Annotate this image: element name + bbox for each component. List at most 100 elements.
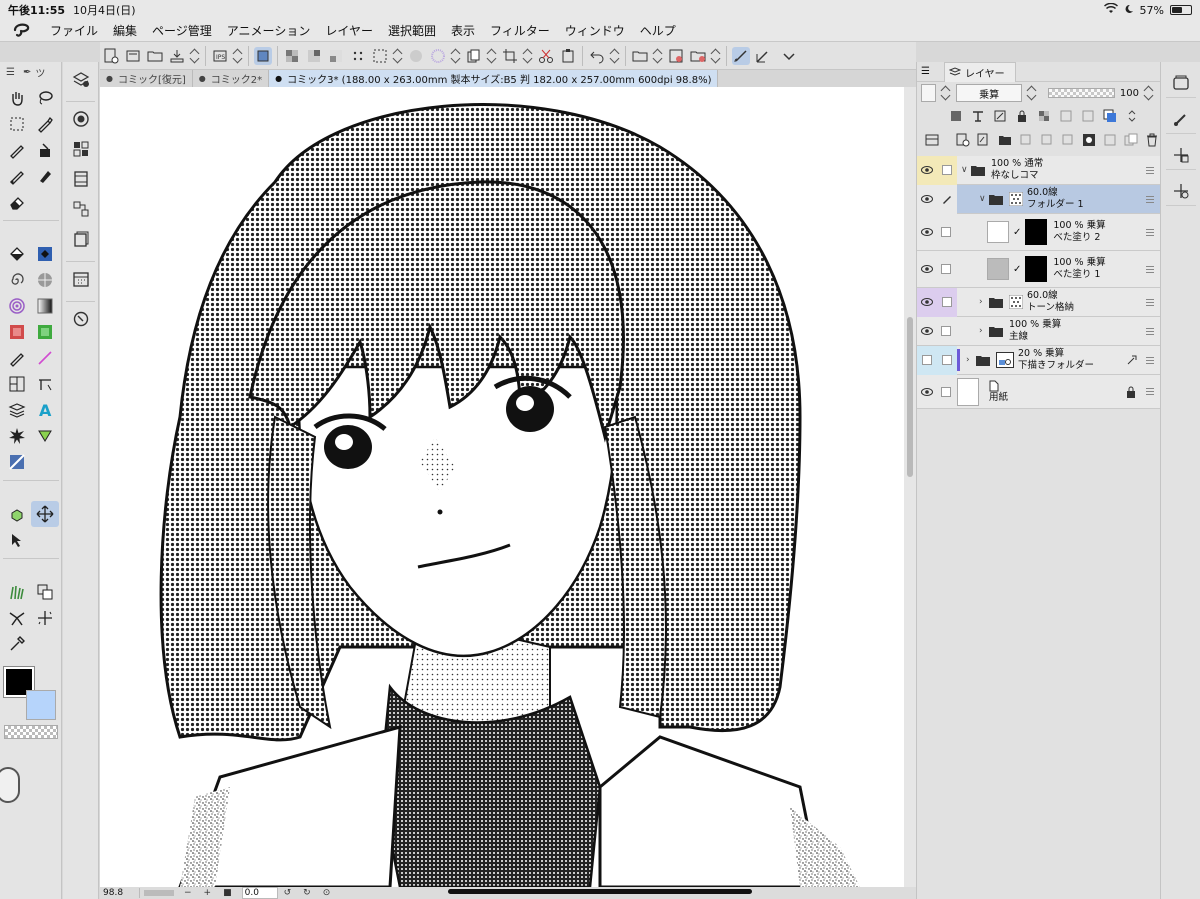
visibility-eye-icon[interactable] <box>917 184 937 214</box>
combine-icon[interactable] <box>1059 131 1076 149</box>
layer-color-icon[interactable] <box>1101 107 1119 125</box>
drag-handle-icon[interactable] <box>1146 228 1154 236</box>
merge-icon[interactable] <box>1038 131 1055 149</box>
visibility-eye-icon[interactable] <box>917 287 937 317</box>
expand-chevron-icon[interactable]: ∨ <box>961 165 971 175</box>
toolbar-more-2[interactable] <box>234 47 242 65</box>
navigator-icon[interactable] <box>66 196 96 222</box>
layer-row[interactable]: › 60.0線 トーン格納 <box>917 287 1160 317</box>
toolbar-more-3[interactable] <box>394 47 402 65</box>
duplicate-layer-icon[interactable] <box>1122 131 1139 149</box>
layer-color-stepper-icon[interactable] <box>1123 107 1141 125</box>
layer-row[interactable]: ✓ 100 % 乗算 べた塗り 2 <box>917 214 1160 251</box>
folder-import-icon[interactable] <box>631 47 649 65</box>
edit-checkbox[interactable] <box>942 165 952 175</box>
lock-icon[interactable] <box>1013 107 1031 125</box>
tool-property-icon[interactable] <box>66 106 96 132</box>
add-mask-icon[interactable] <box>1080 131 1097 149</box>
expand-chevron-icon[interactable]: ∨ <box>979 194 989 204</box>
layer-row[interactable]: 用紙 <box>917 375 1160 409</box>
object-select-icon[interactable] <box>3 501 31 527</box>
visibility-eye-icon[interactable] <box>917 387 937 396</box>
save-icon[interactable] <box>168 47 186 65</box>
crop-icon[interactable] <box>501 47 519 65</box>
layer-row-selected[interactable]: ∨ 60.0線 フォルダー 1 <box>917 184 1160 214</box>
edit-target-cell[interactable] <box>937 287 957 317</box>
visibility-eye-icon[interactable] <box>917 327 937 335</box>
opacity-stepper[interactable] <box>1145 84 1153 102</box>
visibility-checkbox[interactable] <box>922 355 932 365</box>
frame-icon[interactable] <box>3 371 31 397</box>
drag-handle-icon[interactable] <box>1146 388 1154 395</box>
folder-open-icon[interactable] <box>146 47 164 65</box>
opacity-slider[interactable] <box>1048 88 1115 98</box>
edit-checkbox[interactable] <box>941 227 951 237</box>
trash-icon[interactable] <box>1143 131 1160 149</box>
edit-checkbox[interactable] <box>941 386 951 397</box>
correct-line-icon[interactable] <box>3 449 31 475</box>
reference-icon[interactable] <box>969 107 987 125</box>
mask-icon[interactable] <box>1057 107 1075 125</box>
rotation-angle-field[interactable]: 0.0 <box>241 887 278 899</box>
radial-icon[interactable] <box>429 47 447 65</box>
film-icon[interactable] <box>66 166 96 192</box>
burst-icon[interactable] <box>3 423 31 449</box>
clip-icon[interactable] <box>947 107 965 125</box>
expand-chevron-icon[interactable]: › <box>966 355 976 365</box>
hidden-eye-cell[interactable] <box>917 345 937 375</box>
lasso-icon[interactable] <box>31 85 59 111</box>
menu-layer[interactable]: レイヤー <box>325 22 373 39</box>
edit-checkbox[interactable] <box>942 355 952 365</box>
transparent-color-swatch[interactable] <box>4 725 58 739</box>
brush-icon[interactable] <box>3 163 31 189</box>
tool-tab-label[interactable]: ツ <box>35 65 45 80</box>
gradient-fill-icon[interactable] <box>31 241 59 267</box>
fill-icon[interactable] <box>3 241 31 267</box>
fill-transparent-icon[interactable] <box>305 47 323 65</box>
search-icon[interactable] <box>66 306 96 332</box>
clear-icon[interactable] <box>327 47 345 65</box>
draft-icon[interactable] <box>991 107 1009 125</box>
toolbar-more-9[interactable] <box>712 47 720 65</box>
hand-icon[interactable] <box>3 85 31 111</box>
toolbar-more-7[interactable] <box>611 47 619 65</box>
sub-tool-icon[interactable] <box>66 66 96 92</box>
menu-edit[interactable]: 編集 <box>113 22 137 39</box>
expand-chevron-icon[interactable]: › <box>979 297 989 307</box>
new-folder-icon[interactable] <box>996 131 1013 149</box>
marker-icon[interactable] <box>31 163 59 189</box>
folder-export-icon[interactable] <box>689 47 707 65</box>
menu-selection[interactable]: 選択範囲 <box>388 22 436 39</box>
ruler-line-icon[interactable] <box>31 345 59 371</box>
edge-handle[interactable] <box>0 767 20 803</box>
open-file-icon[interactable] <box>124 47 142 65</box>
transfer-down-icon[interactable] <box>1017 131 1034 149</box>
layer-move-icon[interactable] <box>3 527 31 553</box>
drag-handle-icon[interactable] <box>1146 298 1154 306</box>
calendar-icon[interactable] <box>66 266 96 292</box>
menu-filter[interactable]: フィルター <box>490 22 550 39</box>
layer-panel-toggle-icon[interactable] <box>923 131 940 149</box>
edit-pen-icon[interactable] <box>937 184 957 214</box>
new-vector-layer-icon[interactable] <box>975 131 992 149</box>
opacity-value[interactable]: 100 <box>1120 88 1139 99</box>
edit-checkbox[interactable] <box>942 297 952 307</box>
panel-menu-icon[interactable]: ☰ <box>921 66 930 77</box>
layer-row[interactable]: ✓ 100 % 乗算 べた塗り 1 <box>917 251 1160 288</box>
toolbar-more-1[interactable] <box>191 47 199 65</box>
toolbar-more-6[interactable] <box>524 47 532 65</box>
visibility-eye-icon[interactable] <box>917 155 937 185</box>
pages-icon[interactable] <box>66 226 96 252</box>
export-icon[interactable]: IPS <box>211 47 229 65</box>
tab-document-1[interactable]: ● コミック[復元] <box>100 70 193 87</box>
toolbar-more-5[interactable] <box>488 47 496 65</box>
edit-target-cell[interactable] <box>937 155 957 185</box>
menu-view[interactable]: 表示 <box>451 22 475 39</box>
ribbon-icon[interactable] <box>3 605 31 631</box>
red-material-icon[interactable] <box>3 319 31 345</box>
material-icon[interactable] <box>667 47 685 65</box>
expand-chevron-icon[interactable]: › <box>979 326 989 336</box>
move-icon[interactable] <box>31 501 59 527</box>
apply-mask-icon[interactable] <box>1101 131 1118 149</box>
menu-window[interactable]: ウィンドウ <box>565 22 625 39</box>
